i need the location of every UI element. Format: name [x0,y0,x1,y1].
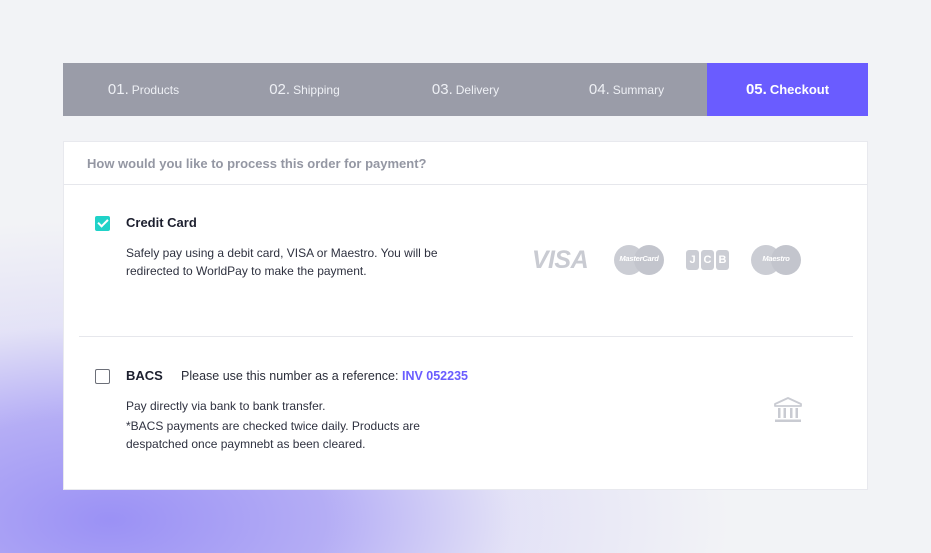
step-label: Products [131,82,180,97]
card-logos: VISA MasterCard J C B Maestro [528,245,823,275]
bacs-line-1: Pay directly via bank to bank transfer. [126,399,326,413]
step-number: 03. [431,81,453,98]
step-summary[interactable]: 04. Summary [546,63,707,116]
jcb-letter: B [716,250,729,270]
jcb-logo: J C B [686,250,729,270]
step-products[interactable]: 01. Products [63,63,224,116]
step-number: 01. [107,81,129,98]
visa-logo: VISA [531,245,589,274]
payment-question: How would you like to process this order… [64,142,867,185]
step-label: Shipping [293,82,340,97]
step-number: 02. [269,81,291,98]
bacs-checkbox[interactable] [95,369,110,384]
jcb-letter: J [686,250,699,270]
bacs-reference: Please use this number as a reference: I… [181,369,468,383]
option-divider [79,336,853,337]
step-number: 04. [588,81,610,98]
invoice-number: INV 052235 [401,369,468,383]
bank-icon [774,397,802,428]
bacs-reference-label: Please use this number as a reference: [181,369,402,383]
mastercard-logo: MasterCard [614,245,664,275]
jcb-letter: C [701,250,714,270]
bacs-title: BACS [126,368,163,383]
bacs-description: Pay directly via bank to bank transfer. … [126,397,456,455]
mastercard-logo-text: MasterCard [619,254,659,263]
step-label: Summary [612,82,665,97]
step-checkout[interactable]: 05. Checkout [707,63,868,116]
bacs-line-2: *BACS payments are checked twice daily. … [126,419,420,451]
checkout-stepper: 01. Products 02. Shipping 03. Delivery 0… [63,63,868,116]
credit-card-checkbox[interactable] [95,216,110,231]
credit-card-title: Credit Card [126,215,197,230]
payment-card: How would you like to process this order… [63,141,868,490]
step-label: Delivery [455,82,500,97]
step-number: 05. [745,81,767,98]
maestro-logo: Maestro [751,245,801,275]
step-label: Checkout [769,82,830,97]
maestro-logo-text: Maestro [762,254,790,263]
step-delivery[interactable]: 03. Delivery [385,63,546,116]
credit-card-description: Safely pay using a debit card, VISA or M… [126,246,438,278]
step-shipping[interactable]: 02. Shipping [224,63,385,116]
